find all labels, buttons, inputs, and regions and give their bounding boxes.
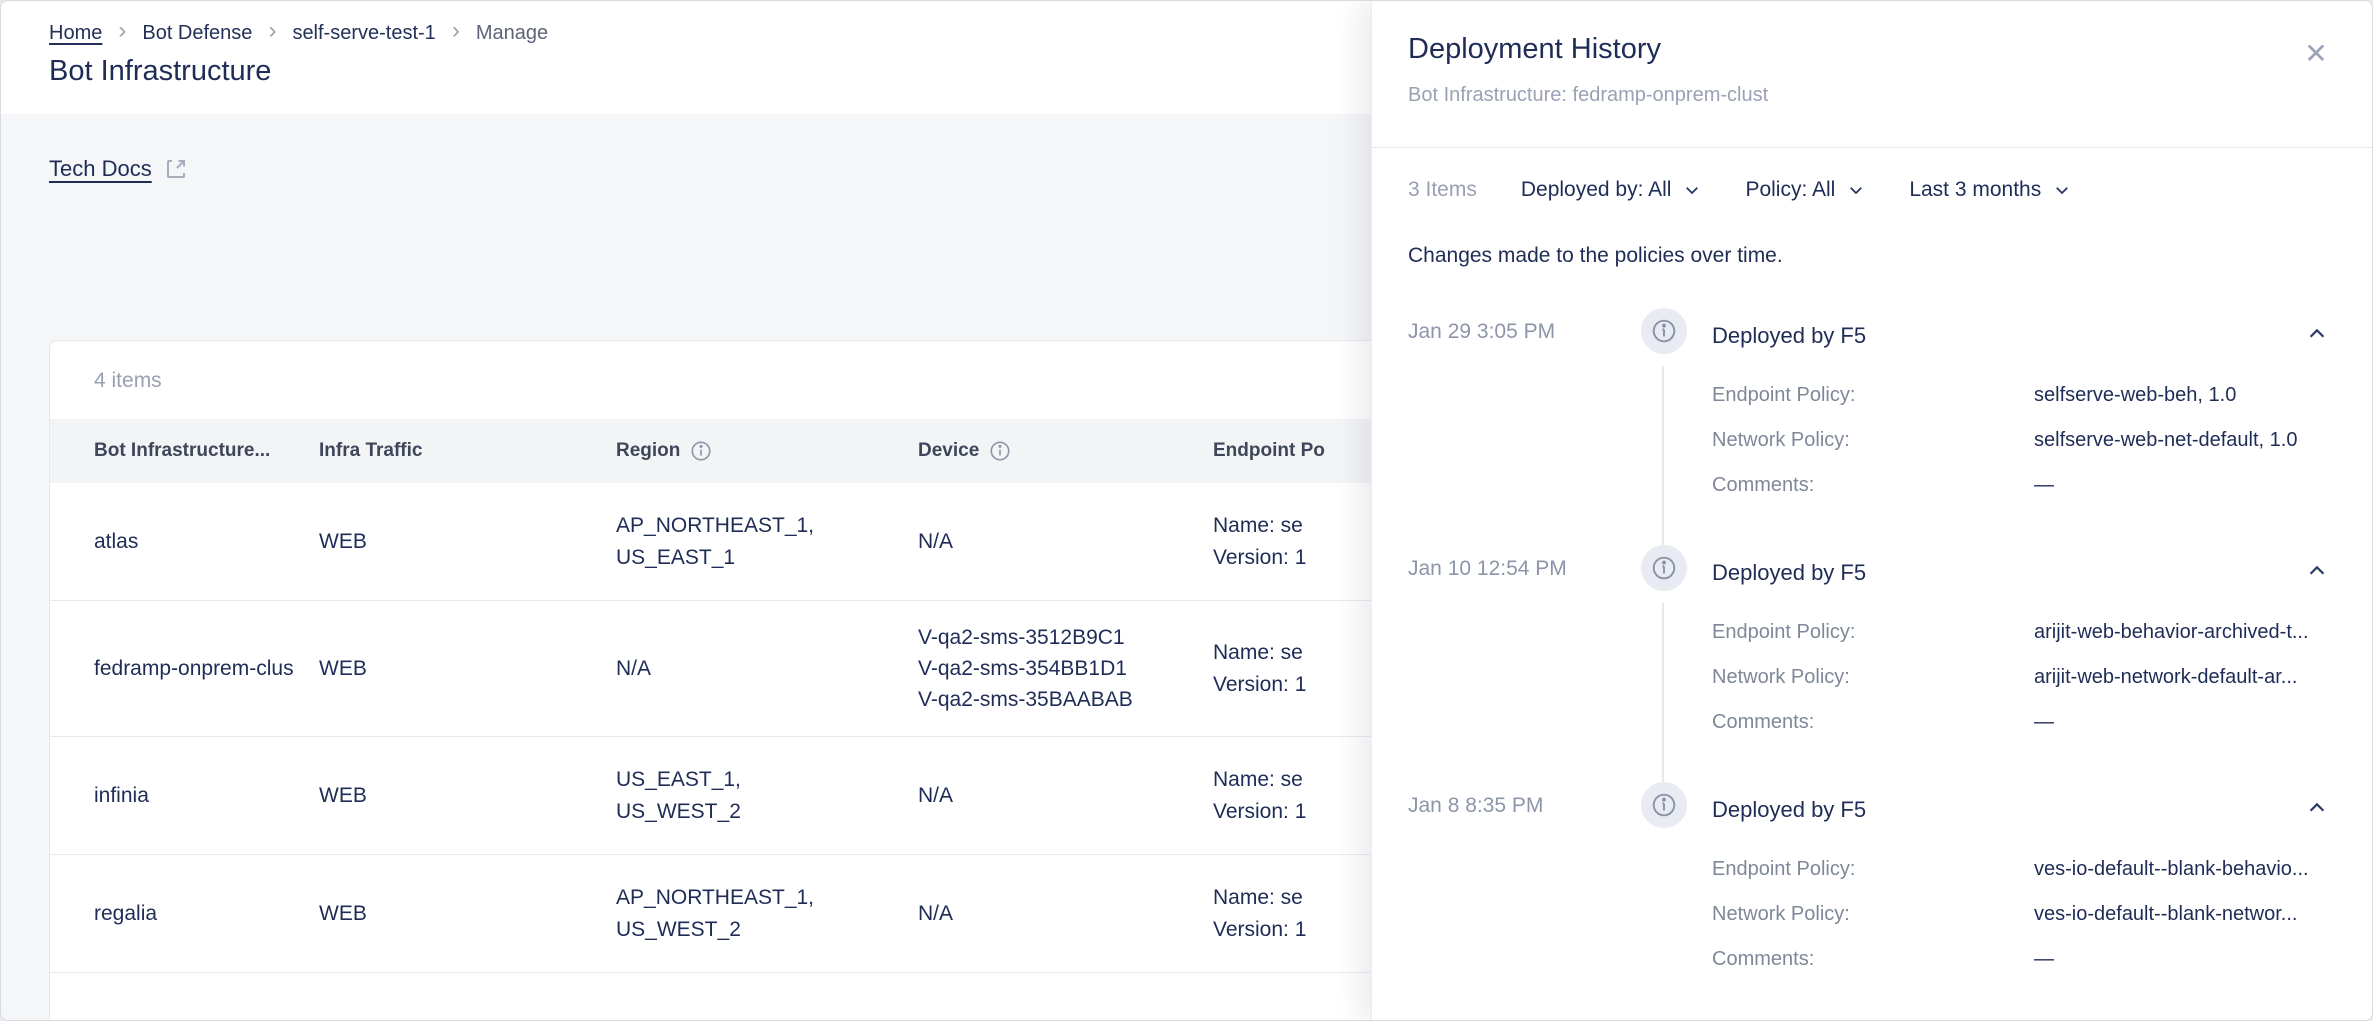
drawer-title: Deployment History	[1408, 33, 2336, 66]
drawer-header: Deployment History Bot Infrastructure: f…	[1372, 1, 2372, 148]
policy-filter[interactable]: Policy: All	[1745, 178, 1865, 202]
cell-device: N/A	[894, 902, 1189, 926]
detail-value: selfserve-web-beh, 1.0	[2034, 384, 2336, 407]
info-icon[interactable]	[690, 440, 712, 462]
entry-details: Endpoint Policy:selfserve-web-beh, 1.0 N…	[1712, 354, 2336, 545]
detail-value: ves-io-default--blank-behavio...	[2034, 858, 2336, 881]
deployment-info-icon	[1641, 308, 1687, 354]
entry-title: Deployed by F5	[1712, 323, 1866, 349]
detail-value: —	[2034, 474, 2336, 497]
column-header-bot-infrastructure[interactable]: Bot Infrastructure...	[50, 440, 295, 462]
detail-value: selfserve-web-net-default, 1.0	[2034, 429, 2336, 452]
deployment-history-drawer: Deployment History Bot Infrastructure: f…	[1371, 1, 2372, 1021]
detail-label: Comments:	[1712, 948, 2034, 971]
cell-infra-traffic: WEB	[295, 530, 592, 554]
entry-timestamp: Jan 29 3:05 PM	[1408, 308, 1616, 354]
entries-count: 3 Items	[1408, 178, 1477, 202]
cell-infra-traffic: WEB	[295, 657, 592, 681]
breadcrumb-manage: Manage	[476, 22, 548, 45]
cell-device: V-qa2-sms-3512B9C1V-qa2-sms-354BB1D1V-qa…	[894, 626, 1189, 711]
entry-timestamp: Jan 8 8:35 PM	[1408, 782, 1616, 828]
timeline-entry: Jan 8 8:35 PM Deployed by F5 Endpoint P	[1408, 782, 2336, 1019]
cell-device: N/A	[894, 530, 1189, 554]
breadcrumb-separator-icon: ›	[118, 19, 126, 43]
detail-value: arijit-web-behavior-archived-t...	[2034, 621, 2336, 644]
cell-infra-traffic: WEB	[295, 784, 592, 808]
breadcrumb-bot-defense[interactable]: Bot Defense	[142, 22, 252, 45]
column-header-infra-traffic[interactable]: Infra Traffic	[295, 440, 592, 462]
tech-docs-link[interactable]: Tech Docs	[49, 156, 152, 182]
chevron-down-icon	[2053, 181, 2071, 199]
column-header-region[interactable]: Region	[592, 440, 894, 462]
time-range-filter[interactable]: Last 3 months	[1909, 178, 2071, 202]
chevron-up-icon[interactable]	[2302, 556, 2332, 589]
breadcrumb-separator-icon: ›	[268, 19, 276, 43]
cell-region: AP_NORTHEAST_1,US_WEST_2	[592, 886, 894, 940]
chevron-down-icon	[1847, 181, 1865, 199]
cell-region: N/A	[592, 657, 894, 681]
deployment-timeline: Jan 29 3:05 PM Deployed by F5 Endpoint	[1408, 308, 2336, 1019]
detail-label: Endpoint Policy:	[1712, 384, 2034, 407]
detail-label: Network Policy:	[1712, 666, 2034, 689]
close-icon[interactable]: ✕	[2298, 35, 2334, 71]
timeline-entry: Jan 29 3:05 PM Deployed by F5 Endpoint	[1408, 308, 2336, 545]
cell-name: infinia	[50, 784, 295, 808]
breadcrumb-home[interactable]: Home	[49, 22, 102, 45]
cell-device: N/A	[894, 784, 1189, 808]
entry-details: Endpoint Policy:ves-io-default--blank-be…	[1712, 828, 2336, 1019]
entry-title: Deployed by F5	[1712, 560, 1866, 586]
detail-label: Comments:	[1712, 474, 2034, 497]
column-header-device[interactable]: Device	[894, 440, 1189, 462]
timeline-entry: Jan 10 12:54 PM Deployed by F5 Endpoint	[1408, 545, 2336, 782]
entry-details: Endpoint Policy:arijit-web-behavior-arch…	[1712, 591, 2336, 782]
app-window: Home › Bot Defense › self-serve-test-1 ›…	[0, 0, 2373, 1021]
detail-value: —	[2034, 711, 2336, 734]
detail-label: Network Policy:	[1712, 429, 2034, 452]
drawer-body: 3 Items Deployed by: All Policy: All Las…	[1372, 148, 2372, 1019]
chevron-down-icon	[1683, 181, 1701, 199]
detail-label: Endpoint Policy:	[1712, 621, 2034, 644]
breadcrumb-self-serve-test[interactable]: self-serve-test-1	[292, 22, 435, 45]
chevron-up-icon[interactable]	[2302, 793, 2332, 826]
external-link-icon	[164, 157, 188, 181]
deployed-by-filter[interactable]: Deployed by: All	[1521, 178, 1702, 202]
detail-label: Comments:	[1712, 711, 2034, 734]
detail-label: Network Policy:	[1712, 903, 2034, 926]
filters-row: 3 Items Deployed by: All Policy: All Las…	[1408, 178, 2336, 202]
deployment-info-icon	[1641, 782, 1687, 828]
drawer-subtitle: Bot Infrastructure: fedramp-onprem-clust	[1408, 84, 2336, 107]
entry-timestamp: Jan 10 12:54 PM	[1408, 545, 1616, 591]
cell-name: atlas	[50, 530, 295, 554]
detail-value: arijit-web-network-default-ar...	[2034, 666, 2336, 689]
cell-region: AP_NORTHEAST_1,US_EAST_1	[592, 514, 894, 568]
cell-name: fedramp-onprem-clus	[50, 657, 295, 681]
chevron-up-icon[interactable]	[2302, 319, 2332, 352]
deployment-info-icon	[1641, 545, 1687, 591]
cell-infra-traffic: WEB	[295, 902, 592, 926]
detail-value: —	[2034, 948, 2336, 971]
detail-value: ves-io-default--blank-networ...	[2034, 903, 2336, 926]
breadcrumb-separator-icon: ›	[452, 19, 460, 43]
cell-name: regalia	[50, 902, 295, 926]
detail-label: Endpoint Policy:	[1712, 858, 2034, 881]
cell-region: US_EAST_1,US_WEST_2	[592, 768, 894, 822]
drawer-description: Changes made to the policies over time.	[1408, 244, 2336, 268]
entry-title: Deployed by F5	[1712, 797, 1866, 823]
info-icon[interactable]	[989, 440, 1011, 462]
